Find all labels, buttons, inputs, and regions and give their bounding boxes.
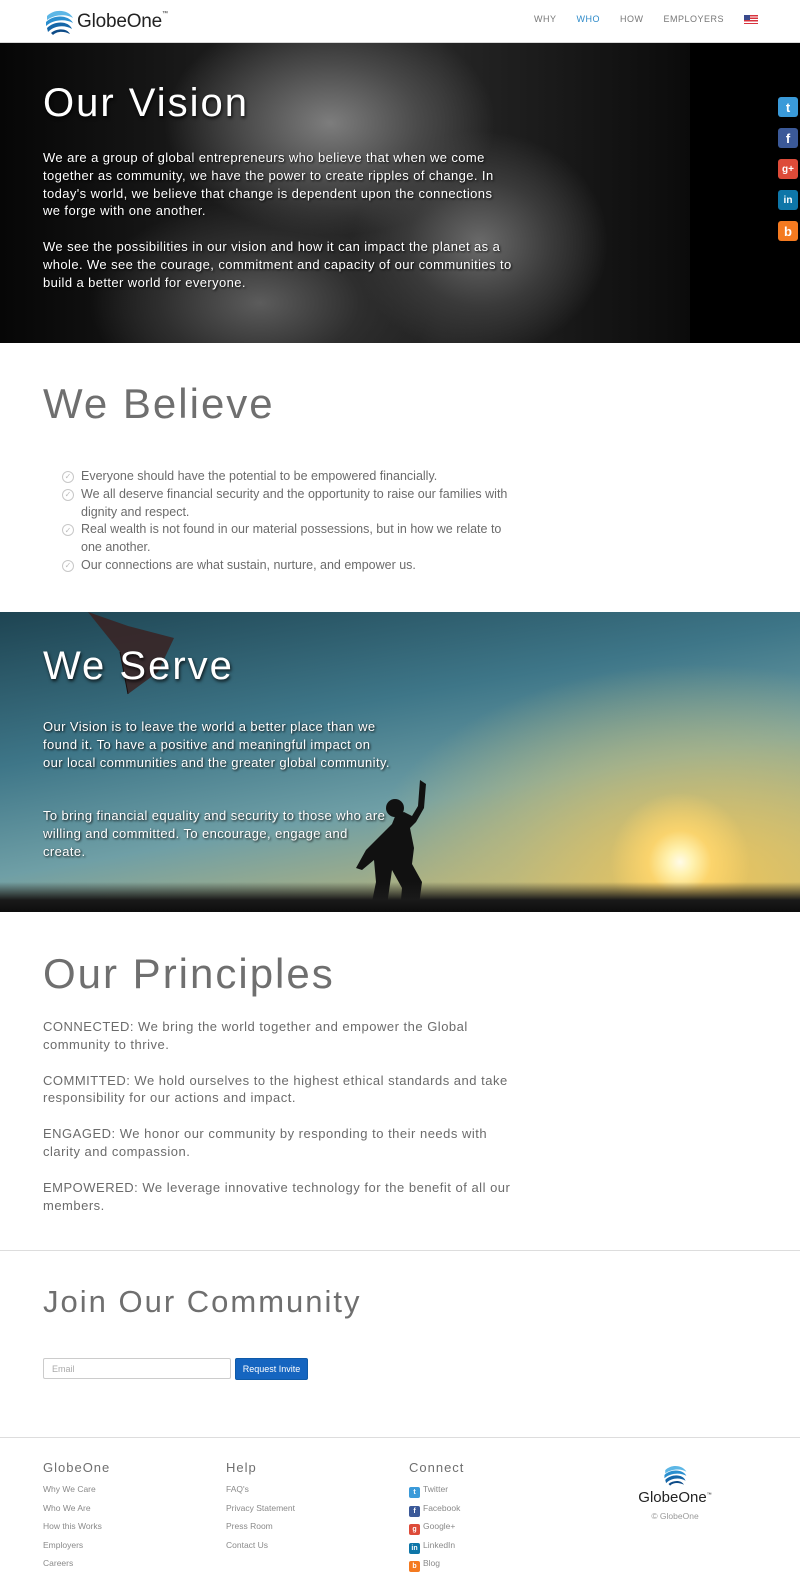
googleplus-icon: g: [409, 1524, 420, 1536]
principles-title: Our Principles: [43, 950, 335, 997]
check-circle-icon: ✓: [62, 559, 74, 572]
footer-heading: Connect: [409, 1460, 465, 1475]
section-divider: [0, 1250, 800, 1251]
footer-heading: GlobeOne: [43, 1460, 111, 1475]
footer-heading: Help: [226, 1460, 257, 1475]
list-item: ✓ Real wealth is not found in our materia…: [62, 521, 512, 557]
ground-silhouette: [0, 882, 800, 912]
footer-logo[interactable]: GlobeOne™ © GlobeOne: [635, 1462, 715, 1521]
linkedin-icon[interactable]: in: [778, 190, 798, 210]
principle-empowered: EMPOWERED: We leverage innovative techno…: [43, 1179, 511, 1213]
vision-title: Our Vision: [43, 81, 250, 125]
list-item: ✓ Our connections are what sustain, nurtu…: [62, 557, 512, 575]
nav-how[interactable]: HOW: [620, 14, 644, 24]
serve-paragraph-1: Our Vision is to leave the world a bette…: [43, 719, 390, 770]
check-circle-icon: ✓: [62, 488, 74, 501]
check-circle-icon: ✓: [62, 471, 74, 483]
check-circle-icon: ✓: [62, 524, 74, 537]
nav-who[interactable]: WHO: [576, 14, 600, 24]
believe-list: ✓ Everyone should have the potential to b…: [62, 468, 512, 575]
blog-icon: b: [409, 1561, 420, 1573]
email-field[interactable]: [43, 1358, 231, 1379]
believe-title: We Believe: [43, 380, 275, 427]
brand-name: GlobeOne™: [77, 11, 168, 32]
join-title: Join Our Community: [43, 1284, 362, 1319]
principle-engaged: ENGAGED: We honor our community by respo…: [43, 1126, 488, 1159]
globe-logo-icon: [664, 1465, 687, 1486]
footer-divider: [0, 1437, 800, 1438]
social-sidebar: t f g+ in b: [778, 97, 800, 252]
footer-link-how-this-works[interactable]: How this Works: [43, 1517, 110, 1536]
footer-brand-name: GlobeOne™: [638, 1489, 712, 1506]
footer-col-help: Help FAQ's Privacy Statement Press Room …: [226, 1460, 295, 1554]
footer-link-blog[interactable]: b Blog: [409, 1554, 464, 1573]
list-item: ✓ We all deserve financial security and t…: [62, 486, 512, 522]
footer-link-who-we-are[interactable]: Who We Are: [43, 1499, 110, 1518]
facebook-icon[interactable]: f: [778, 128, 798, 148]
globe-logo-icon: [46, 10, 73, 35]
us-flag-icon[interactable]: [744, 14, 758, 24]
footer-link-why-we-care[interactable]: Why We Care: [43, 1480, 110, 1499]
footer-col-globeone: GlobeOne Why We Care Who We Are How this…: [43, 1460, 110, 1573]
site-header: GlobeOne™ WHY WHO HOW EMPLOYERS: [0, 0, 800, 43]
nav-employers[interactable]: EMPLOYERS: [663, 14, 724, 24]
blog-icon[interactable]: b: [778, 221, 798, 241]
footer-link-careers[interactable]: Careers: [43, 1554, 110, 1573]
footer-link-facebook[interactable]: f Facebook: [409, 1499, 464, 1518]
nav-why[interactable]: WHY: [534, 14, 557, 24]
footer-link-employers[interactable]: Employers: [43, 1536, 110, 1555]
principle-committed: COMMITTED: We hold ourselves to the high…: [43, 1072, 508, 1106]
linkedin-icon: in: [409, 1542, 420, 1554]
twitter-icon: t: [409, 1487, 420, 1498]
footer-link-linkedin[interactable]: in LinkedIn: [409, 1536, 464, 1555]
googleplus-icon[interactable]: g+: [778, 159, 798, 179]
footer-link-press-room[interactable]: Press Room: [226, 1517, 295, 1536]
footer-link-contact[interactable]: Contact Us: [226, 1536, 295, 1555]
principles-list: CONNECTED: We bring the world together a…: [43, 1018, 513, 1232]
vision-section: Our Vision We are a group of global entr…: [0, 43, 800, 343]
serve-section: We Serve Our Vision is to leave the worl…: [0, 612, 800, 912]
footer-link-twitter[interactable]: t Twitter: [409, 1480, 464, 1499]
footer-link-googleplus[interactable]: g Google+: [409, 1517, 464, 1536]
vision-paragraph-1: We are a group of global entrepreneurs w…: [43, 150, 494, 219]
main-nav: WHY WHO HOW EMPLOYERS: [514, 14, 758, 24]
principle-connected: CONNECTED: We bring the world together a…: [43, 1019, 468, 1052]
copyright-text: © GlobeOne: [651, 1511, 699, 1521]
serve-title: We Serve: [43, 644, 234, 688]
vision-paragraph-2: We see the possibilities in our vision a…: [43, 239, 512, 290]
brand-logo[interactable]: GlobeOne™: [43, 6, 168, 38]
request-invite-button[interactable]: Request Invite: [235, 1358, 308, 1380]
footer-link-faqs[interactable]: FAQ's: [226, 1480, 295, 1499]
list-item: ✓ Everyone should have the potential to b…: [62, 468, 512, 486]
serve-paragraph-2: To bring financial equality and security…: [43, 808, 386, 859]
footer-link-privacy[interactable]: Privacy Statement: [226, 1499, 295, 1518]
facebook-icon: f: [409, 1505, 420, 1517]
twitter-icon[interactable]: t: [778, 97, 798, 117]
footer-col-connect: Connect t Twitter f Facebook g Google+ in Li…: [409, 1460, 464, 1573]
